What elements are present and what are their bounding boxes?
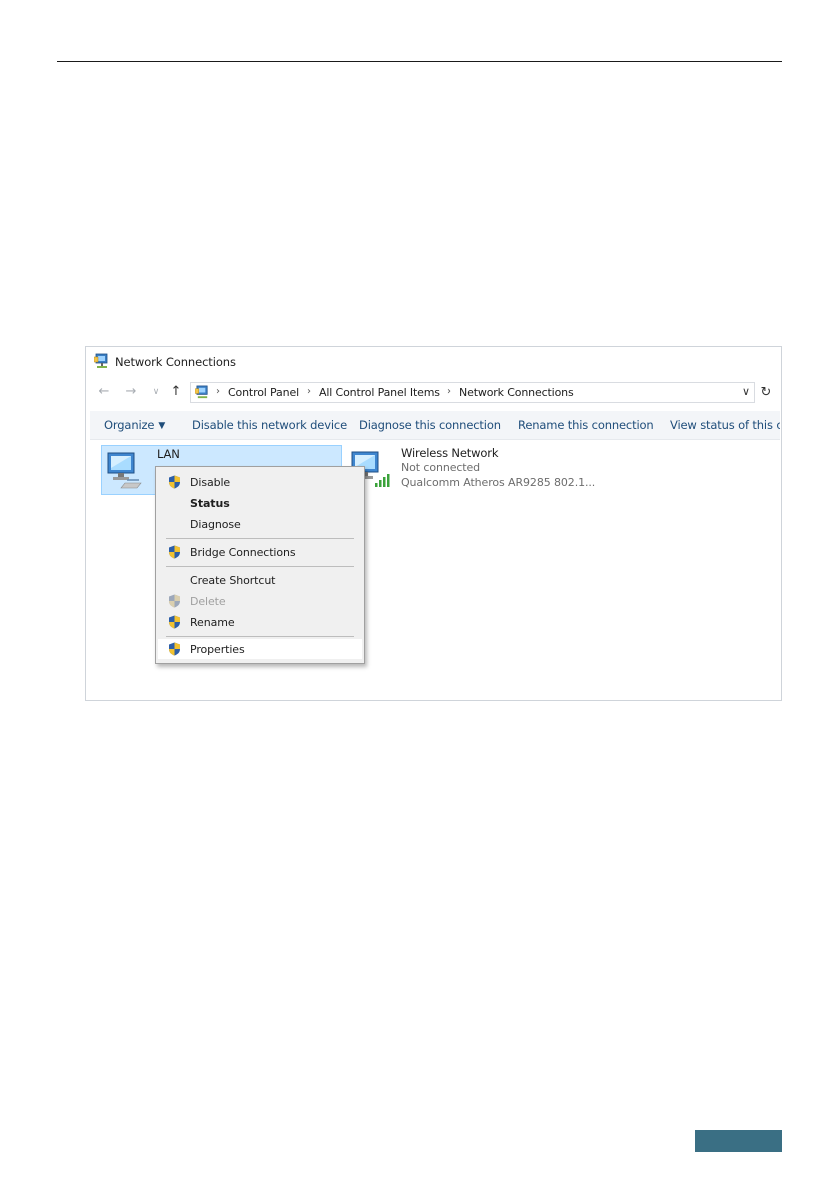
title-bar: Network Connections — [86, 347, 781, 377]
menu-item-label: Delete — [190, 595, 226, 608]
breadcrumb-control-panel[interactable]: Control Panel — [228, 386, 299, 399]
uac-shield-icon — [169, 615, 180, 629]
menu-item-label: Bridge Connections — [190, 546, 296, 559]
window-title: Network Connections — [115, 355, 236, 369]
refresh-icon[interactable]: ↻ — [757, 383, 775, 402]
uac-shield-icon — [169, 642, 180, 656]
uac-shield-icon — [169, 594, 180, 608]
forward-arrow-icon[interactable]: → — [123, 383, 139, 401]
menu-item-status[interactable]: Status — [158, 493, 362, 513]
view-status-button[interactable]: View status of this connection — [670, 418, 780, 432]
ethernet-adapter-icon — [107, 452, 142, 489]
context-menu: Disable Status Diagnose Bridge Connectio… — [155, 466, 365, 664]
breadcrumb-separator-icon: › — [216, 386, 220, 397]
menu-item-create-shortcut[interactable]: Create Shortcut — [158, 570, 362, 590]
organize-button[interactable]: Organize ▼ — [104, 418, 165, 432]
connection-device: Qualcomm Atheros AR9285 802.1... — [401, 476, 596, 489]
menu-separator — [166, 538, 354, 539]
command-toolbar: Organize ▼ Disable this network device Di… — [90, 411, 780, 440]
breadcrumb-all-control-panel-items[interactable]: All Control Panel Items — [319, 386, 440, 399]
breadcrumb-network-connections[interactable]: Network Connections — [459, 386, 574, 399]
menu-item-label: Disable — [190, 476, 231, 489]
menu-item-bridge-connections[interactable]: Bridge Connections — [158, 542, 362, 562]
connection-status: Not connected — [401, 461, 481, 474]
caret-down-icon: ▼ — [158, 421, 166, 431]
menu-item-label: Properties — [190, 643, 245, 656]
rename-connection-button[interactable]: Rename this connection — [518, 418, 654, 432]
organize-label: Organize — [104, 418, 155, 432]
menu-item-properties[interactable]: Properties — [158, 639, 362, 659]
menu-item-label: Status — [190, 497, 230, 510]
menu-item-rename[interactable]: Rename — [158, 612, 362, 632]
up-arrow-icon[interactable]: ↑ — [168, 383, 184, 401]
menu-item-disable[interactable]: Disable — [158, 472, 362, 492]
address-bar[interactable]: › Control Panel › All Control Panel Item… — [190, 382, 755, 403]
menu-item-label: Create Shortcut — [190, 574, 276, 587]
menu-item-label: Diagnose — [190, 518, 241, 531]
breadcrumb-separator-icon: › — [447, 386, 451, 397]
connection-name: Wireless Network — [401, 446, 499, 460]
navigation-bar: ← → ∨ ↑ › Control Panel › All Control Pa… — [86, 381, 781, 405]
back-arrow-icon[interactable]: ← — [96, 383, 112, 401]
menu-item-diagnose[interactable]: Diagnose — [158, 514, 362, 534]
menu-separator — [166, 636, 354, 637]
connection-name: LAN — [157, 447, 180, 461]
control-panel-icon — [195, 385, 208, 399]
recent-locations-chevron-down-icon[interactable]: ∨ — [148, 383, 164, 401]
uac-shield-icon — [169, 475, 180, 489]
diagnose-connection-button[interactable]: Diagnose this connection — [359, 418, 501, 432]
disable-device-button[interactable]: Disable this network device — [192, 418, 347, 432]
network-connections-icon — [94, 353, 108, 368]
page-top-rule — [57, 61, 782, 62]
uac-shield-icon — [169, 545, 180, 559]
menu-item-label: Rename — [190, 616, 235, 629]
menu-item-delete: Delete — [158, 591, 362, 611]
breadcrumb-separator-icon: › — [307, 386, 311, 397]
connection-item-wireless[interactable]: Wireless Network Not connected Qualcomm … — [346, 445, 606, 495]
page-footer-tab — [695, 1130, 782, 1152]
address-dropdown-chevron-down-icon[interactable]: ∨ — [742, 385, 750, 398]
menu-separator — [166, 566, 354, 567]
